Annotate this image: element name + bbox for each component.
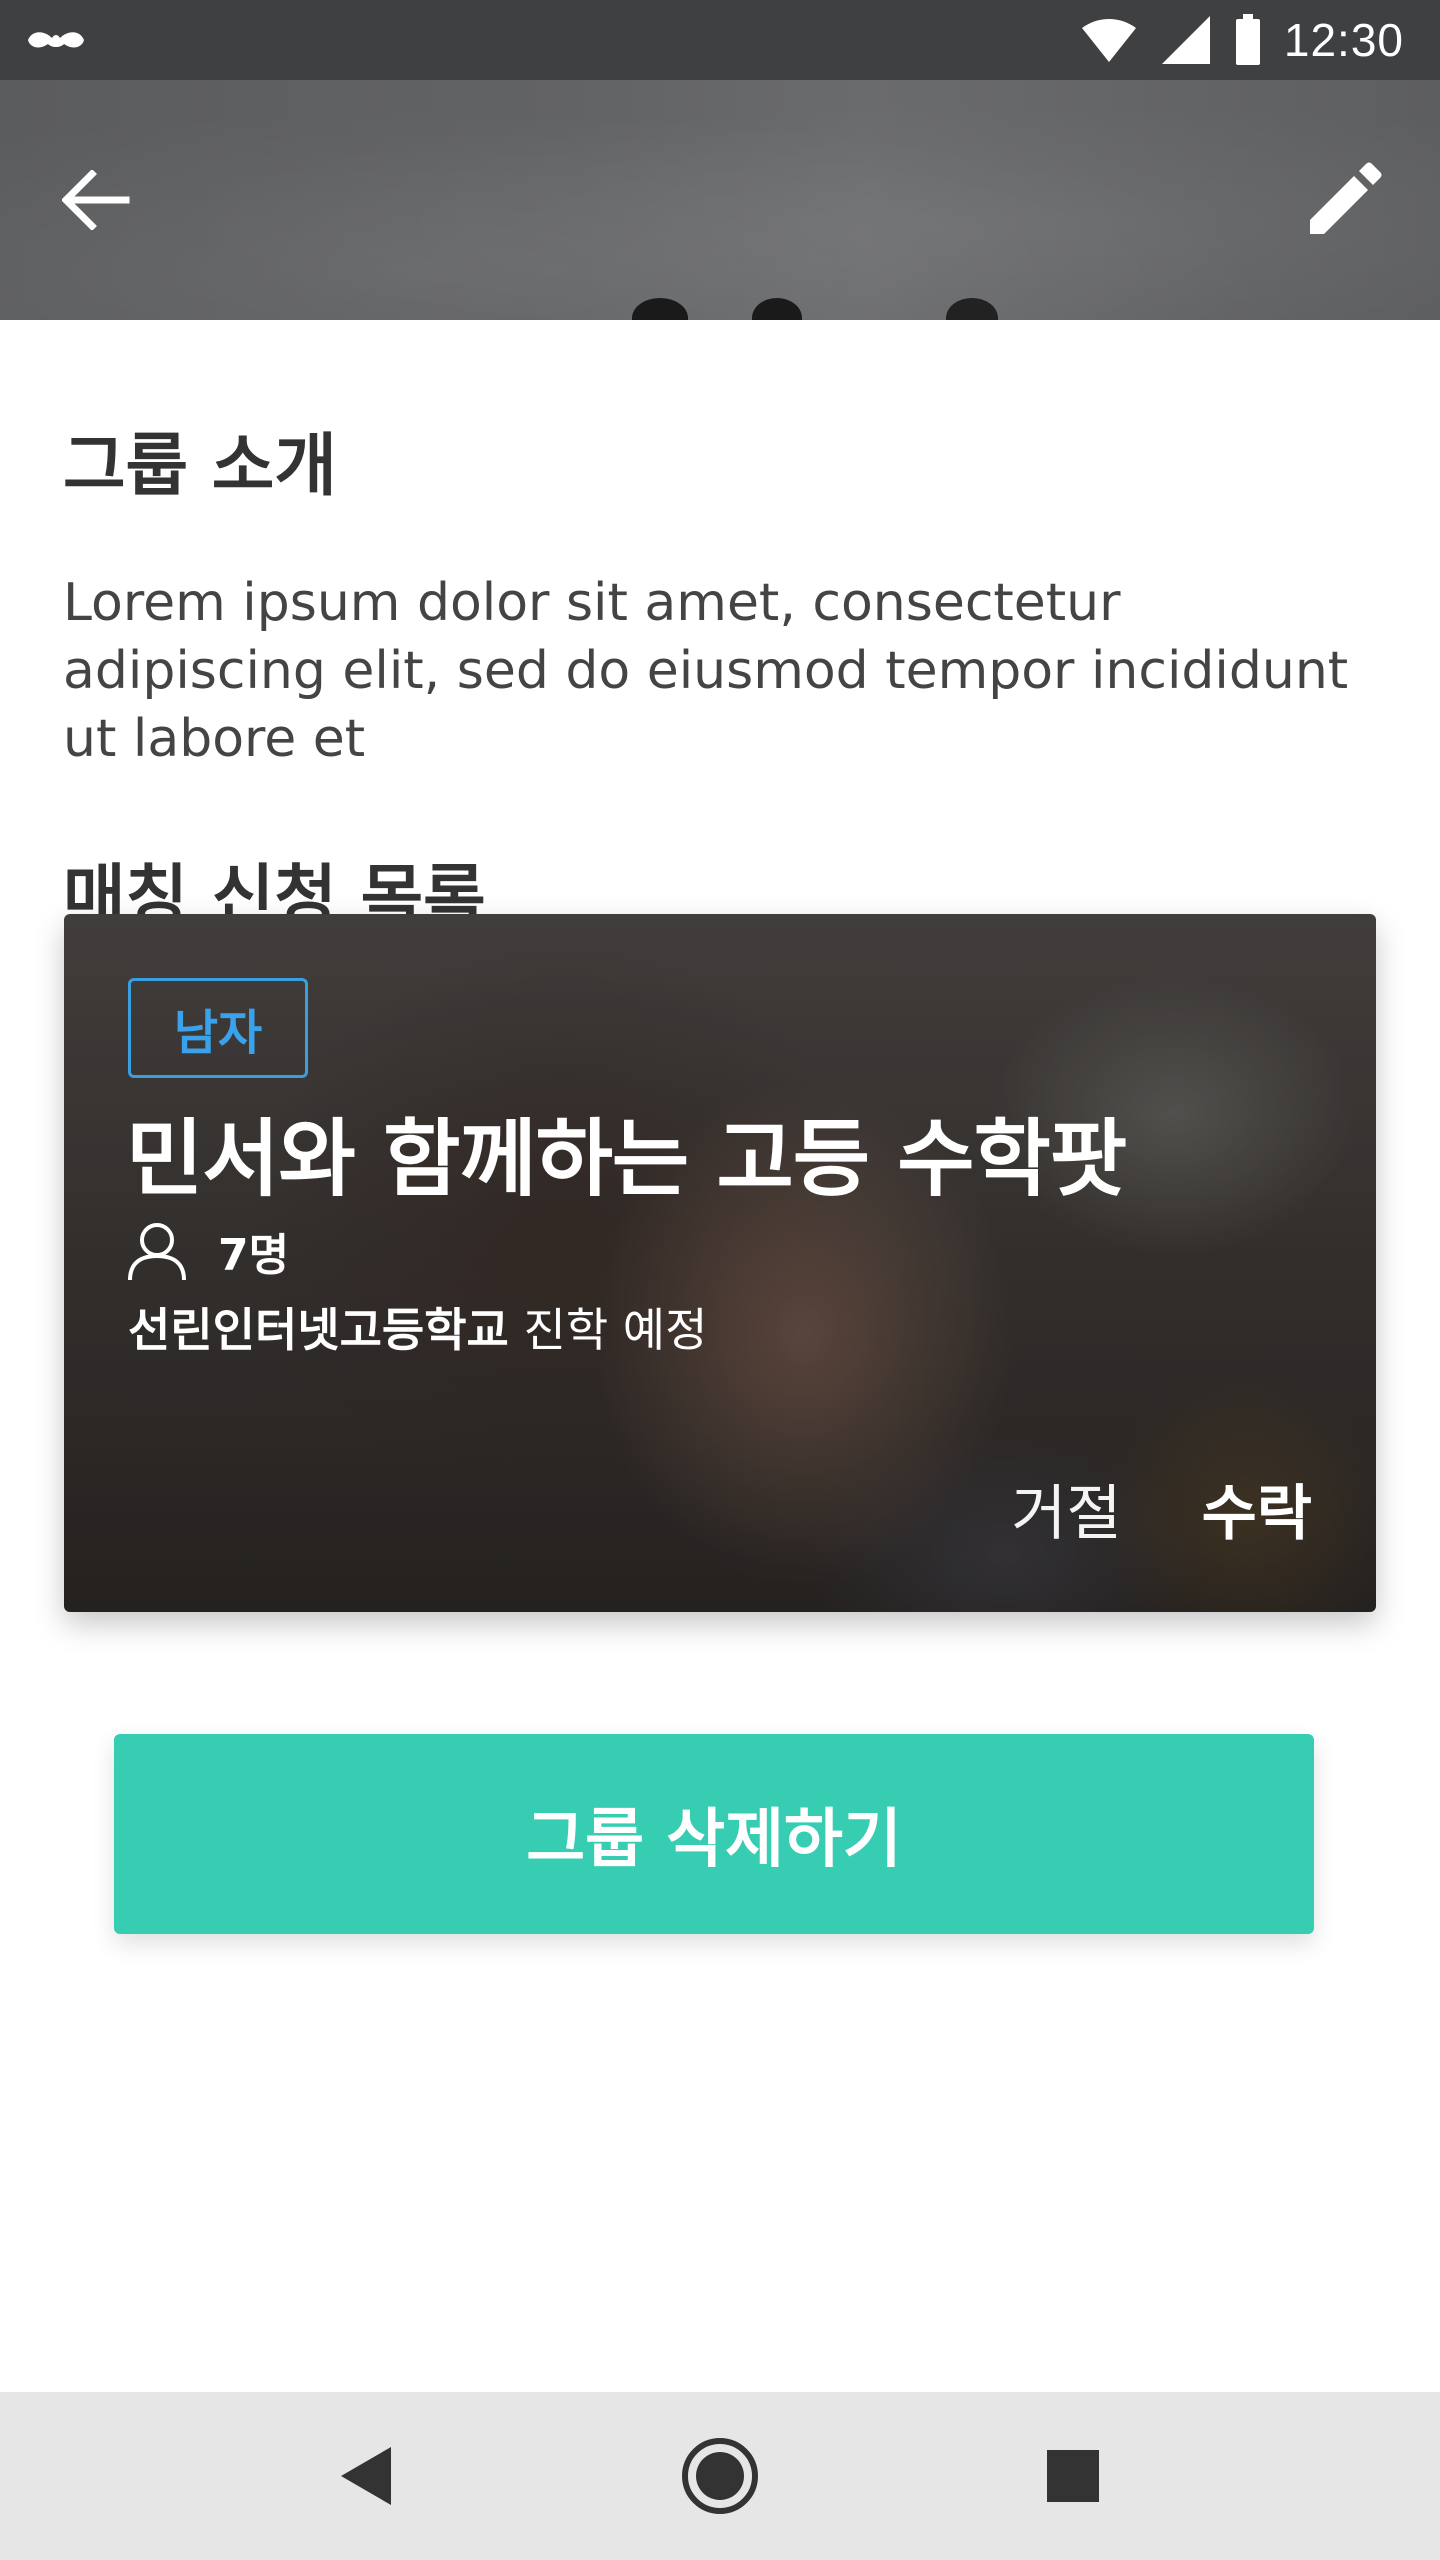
status-time: 12:30	[1283, 14, 1404, 66]
navigation-bar	[0, 2392, 1440, 2560]
delete-group-button[interactable]: 그룹 삭제하기	[114, 1734, 1314, 1934]
screen: 12:30 그룹 소개 Lorem ipsum dolor sit amet, …	[0, 0, 1440, 2560]
card-title: 민서와 함께하는 고등 수학팟	[126, 1110, 1127, 1208]
card-actions: 거절 수락	[1011, 1465, 1312, 1552]
status-bar: 12:30	[0, 0, 1440, 80]
nav-recents-button[interactable]	[1013, 2416, 1133, 2536]
nav-back-button[interactable]	[307, 2416, 427, 2536]
member-row: 7명	[126, 1216, 289, 1286]
nav-home-button[interactable]	[660, 2416, 780, 2536]
wifi-icon	[1081, 19, 1136, 62]
edit-button[interactable]	[1284, 140, 1404, 260]
school-name: 선린인터넷고등학교	[128, 1303, 509, 1357]
square-recents-icon	[1047, 2450, 1100, 2502]
triangle-back-icon	[340, 2447, 391, 2505]
member-count: 7명	[218, 1230, 290, 1281]
intro-heading: 그룹 소개	[63, 427, 337, 506]
cover-photo	[0, 80, 1440, 320]
pencil-icon	[1310, 162, 1382, 234]
reject-button[interactable]: 거절	[1011, 1465, 1121, 1552]
back-button[interactable]	[36, 140, 156, 260]
match-request-card[interactable]: 남자 민서와 함께하는 고등 수학팟 7명 선린인터넷고등학교 진학 예정 거절…	[64, 914, 1376, 1612]
arrow-back-icon	[62, 170, 130, 230]
person-icon	[128, 1223, 186, 1281]
school-suffix: 진학 예정	[508, 1303, 708, 1357]
intro-text: Lorem ipsum dolor sit amet, consectetur …	[63, 573, 1349, 769]
home-circle-icon	[681, 2438, 758, 2514]
school-row: 선린인터넷고등학교 진학 예정	[128, 1294, 707, 1360]
signal-icon	[1161, 16, 1210, 64]
gender-badge: 남자	[128, 978, 308, 1078]
accept-button[interactable]: 수락	[1202, 1465, 1312, 1552]
group-cover-header	[0, 80, 1440, 320]
mustache-icon	[24, 24, 88, 56]
group-detail-content: 그룹 소개 Lorem ipsum dolor sit amet, consec…	[63, 320, 1377, 940]
status-icons: 12:30	[1080, 13, 1404, 67]
battery-icon	[1235, 14, 1260, 65]
